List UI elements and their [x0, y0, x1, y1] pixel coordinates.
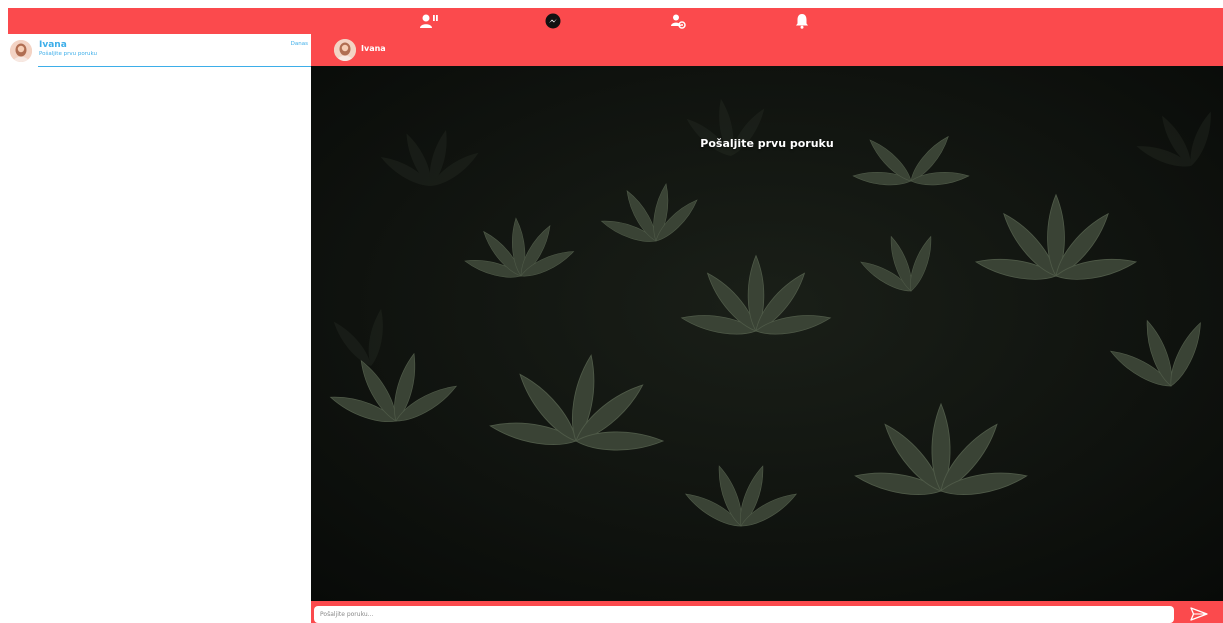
- conversation-item[interactable]: Ivana Pošaljite prvu poruku Danas: [8, 38, 311, 67]
- friends-icon[interactable]: [419, 11, 439, 31]
- top-nav-bar: [8, 8, 1223, 34]
- conversation-date: Danas: [290, 41, 308, 47]
- chat-header: Ivana: [311, 34, 1223, 66]
- user-settings-icon[interactable]: [668, 11, 688, 31]
- avatar: [10, 40, 32, 62]
- conversation-name: Ivana: [39, 40, 67, 50]
- message-input[interactable]: [314, 606, 1174, 623]
- chat-messages-area: Pošaljite prvu poruku: [311, 66, 1223, 601]
- messenger-icon[interactable]: [543, 11, 563, 31]
- divider: [38, 66, 311, 67]
- avatar[interactable]: [334, 39, 356, 61]
- send-icon[interactable]: [1189, 606, 1209, 621]
- conversation-preview: Pošaljite prvu poruku: [39, 51, 97, 57]
- chat-contact-name[interactable]: Ivana: [361, 44, 386, 53]
- bell-icon[interactable]: [792, 11, 812, 31]
- message-composer: [311, 601, 1223, 623]
- empty-chat-message: Pošaljite prvu poruku: [700, 137, 834, 150]
- conversation-sidebar: Ivana Pošaljite prvu poruku Danas: [0, 34, 311, 623]
